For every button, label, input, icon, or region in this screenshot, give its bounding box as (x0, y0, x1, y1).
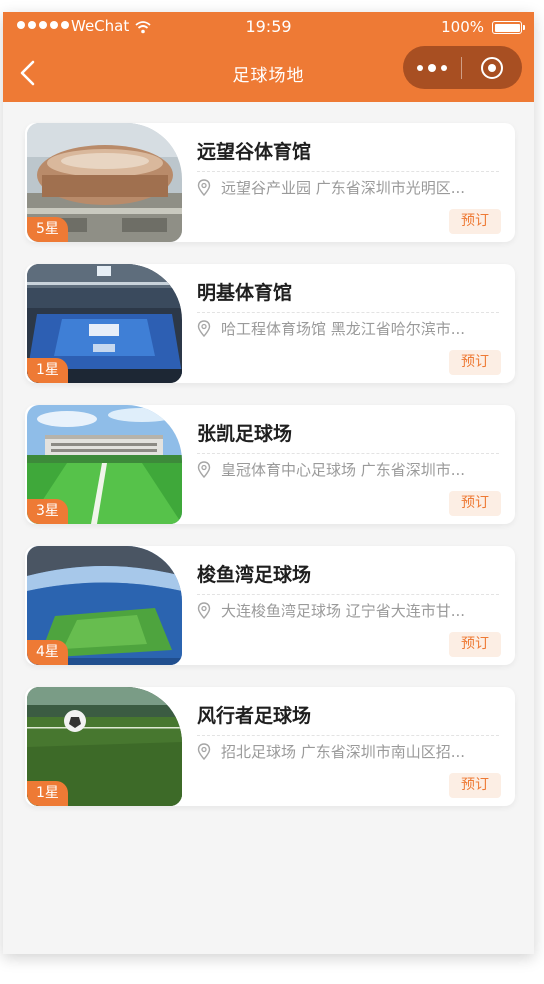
star-rating-badge: 3星 (27, 499, 68, 524)
dot-icon (428, 63, 436, 72)
divider (197, 735, 499, 736)
venue-photo: 3星 (27, 405, 182, 524)
book-button[interactable]: 预订 (449, 491, 501, 516)
venue-card[interactable]: 3星 张凯足球场 皇冠体育中心足球场 广东省深圳市... 预订 (25, 405, 515, 524)
venue-name: 明基体育馆 (197, 282, 293, 304)
venue-address: 皇冠体育中心足球场 广东省深圳市... (221, 460, 466, 479)
venue-photo: 1星 (27, 264, 182, 383)
book-button[interactable]: 预订 (449, 773, 501, 798)
divider (197, 453, 499, 454)
venue-name: 远望谷体育馆 (197, 141, 312, 163)
status-bar: WeChat 19:59 100% (3, 12, 534, 44)
target-icon (481, 56, 503, 79)
location-pin-icon (197, 178, 211, 196)
venue-address: 招北足球场 广东省深圳市南山区招... (221, 742, 466, 761)
battery-icon (492, 21, 525, 34)
location-pin-icon (197, 742, 211, 760)
venue-card[interactable]: 4星 梭鱼湾足球场 大连梭鱼湾足球场 辽宁省大连市甘... 预订 (25, 546, 515, 665)
close-mini-program-button[interactable] (462, 46, 522, 89)
venue-photo: 4星 (27, 546, 182, 665)
divider (197, 594, 499, 595)
star-rating-badge: 4星 (27, 640, 68, 665)
location-pin-icon (197, 460, 211, 478)
venue-name: 风行者足球场 (197, 705, 312, 727)
venue-photo: 5星 (27, 123, 182, 242)
location-pin-icon (197, 319, 211, 337)
star-rating-badge: 5星 (27, 217, 68, 242)
venue-card[interactable]: 5星 远望谷体育馆 远望谷产业园 广东省深圳市光明区... 预订 (25, 123, 515, 242)
address-row: 哈工程体育场馆 黑龙江省哈尔滨市... (197, 317, 499, 339)
navigation-bar: 足球场地 (3, 44, 534, 102)
dot-icon (417, 64, 423, 71)
address-row: 招北足球场 广东省深圳市南山区招... (197, 740, 499, 762)
venue-card[interactable]: 1星 明基体育馆 哈工程体育场馆 黑龙江省哈尔滨市... 预订 (25, 264, 515, 383)
divider (197, 171, 499, 172)
dot-icon (441, 64, 447, 71)
book-button[interactable]: 预订 (449, 209, 501, 234)
venue-name: 张凯足球场 (197, 423, 293, 445)
venue-address: 哈工程体育场馆 黑龙江省哈尔滨市... (221, 319, 466, 338)
book-button[interactable]: 预订 (449, 632, 501, 657)
mini-program-capsule (403, 46, 522, 89)
star-rating-badge: 1星 (27, 781, 68, 806)
address-row: 远望谷产业园 广东省深圳市光明区... (197, 176, 499, 198)
battery-percent: 100% (441, 18, 484, 36)
venue-card[interactable]: 1星 风行者足球场 招北足球场 广东省深圳市南山区招... 预订 (25, 687, 515, 806)
venue-address: 远望谷产业园 广东省深圳市光明区... (221, 178, 466, 197)
venue-photo: 1星 (27, 687, 182, 806)
address-row: 大连梭鱼湾足球场 辽宁省大连市甘... (197, 599, 499, 621)
venue-list: 5星 远望谷体育馆 远望谷产业园 广东省深圳市光明区... 预订 1星 明基体育… (25, 123, 515, 828)
venue-name: 梭鱼湾足球场 (197, 564, 312, 586)
star-rating-badge: 1星 (27, 358, 68, 383)
more-menu-button[interactable] (403, 46, 461, 89)
divider (197, 312, 499, 313)
book-button[interactable]: 预订 (449, 350, 501, 375)
address-row: 皇冠体育中心足球场 广东省深圳市... (197, 458, 499, 480)
venue-address: 大连梭鱼湾足球场 辽宁省大连市甘... (221, 601, 466, 620)
phone-screen: WeChat 19:59 100% 足球场地 5星 远望谷体育馆 远望谷产业园 … (3, 12, 534, 954)
location-pin-icon (197, 601, 211, 619)
